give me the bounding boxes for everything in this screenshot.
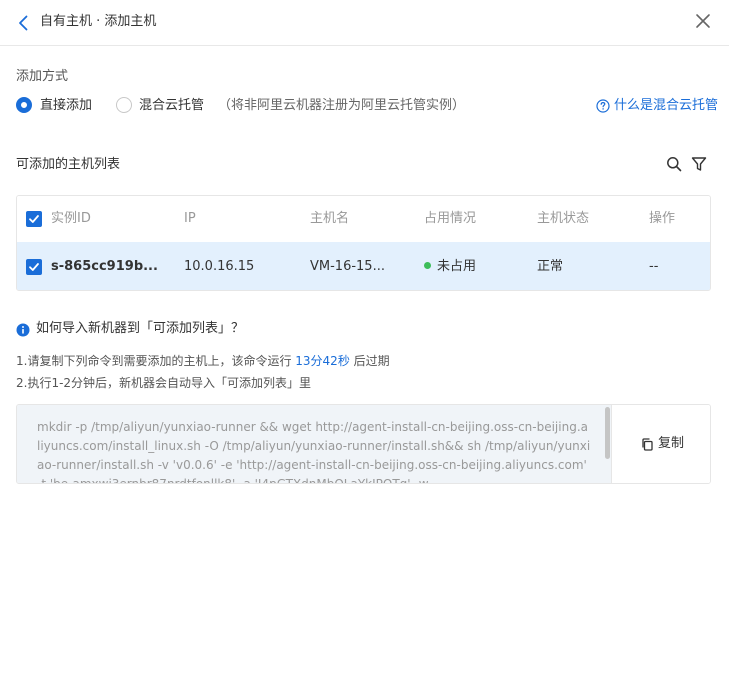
import-help-title: 如何导入新机器到「可添加列表」？: [36, 321, 245, 336]
cell-host-status: 正常: [537, 259, 564, 274]
copy-button[interactable]: 复制: [611, 405, 710, 483]
row-checkbox[interactable]: [26, 259, 42, 275]
add-method-radio-group: 直接添加 混合云托管 （将非阿里云机器注册为阿里云托管实例） 什么是混合云托管: [16, 96, 718, 116]
cell-action: --: [649, 259, 659, 274]
cell-hostname: VM-16-15...: [310, 259, 385, 274]
import-step-2: 2.执行1-2分钟后，新机器会自动导入「可添加列表」里: [16, 376, 312, 390]
column-ip: IP: [184, 211, 196, 226]
help-link-text[interactable]: 什么是混合云托管: [614, 96, 718, 116]
hybrid-cloud-hint: （将非阿里云机器注册为阿里云托管实例）: [218, 98, 466, 113]
step1-suffix: 后过期: [353, 354, 390, 368]
usage-text: 未占用: [437, 259, 477, 274]
step1-prefix: 1.请复制下列命令到需要添加的主机上，该命令运行: [16, 354, 292, 368]
column-action: 操作: [649, 211, 676, 226]
radio-hybrid-cloud[interactable]: [116, 97, 132, 113]
check-icon: [29, 215, 39, 223]
dialog-header: 自有主机 · 添加主机: [0, 0, 729, 46]
page-title: 自有主机 · 添加主机: [40, 14, 157, 29]
table-row[interactable]: s-865cc919b... 10.0.16.15 VM-16-15... 未占…: [17, 242, 710, 290]
status-dot-icon: [424, 262, 431, 269]
command-scrollbar[interactable]: [605, 407, 610, 459]
column-instance-id: 实例ID: [51, 211, 91, 226]
check-icon: [29, 263, 39, 271]
close-icon[interactable]: [692, 10, 714, 32]
select-all-checkbox[interactable]: [26, 211, 42, 227]
copy-button-label[interactable]: 复制: [658, 435, 684, 453]
cell-ip: 10.0.16.15: [184, 259, 255, 274]
column-hostname: 主机名: [310, 211, 350, 226]
host-list-title: 可添加的主机列表: [16, 157, 121, 172]
radio-direct-add[interactable]: [16, 97, 32, 113]
expiry-countdown: 13分42秒: [295, 354, 350, 368]
cell-instance-id: s-865cc919b...: [51, 259, 158, 274]
add-method-label: 添加方式: [16, 69, 69, 84]
radio-direct-add-label[interactable]: 直接添加: [40, 96, 92, 116]
chevron-left-icon[interactable]: [14, 13, 34, 33]
copy-icon: [642, 438, 653, 451]
question-circle-icon: [596, 99, 610, 113]
info-icon: [16, 323, 30, 337]
column-usage: 占用情况: [424, 211, 477, 226]
column-host-status: 主机状态: [537, 211, 590, 226]
table-header: 实例ID IP 主机名 占用情况 主机状态 操作: [17, 196, 710, 242]
filter-icon[interactable]: [691, 156, 707, 172]
install-command-box: mkdir -p /tmp/aliyun/yunxiao-runner && w…: [16, 404, 711, 484]
install-command-text[interactable]: mkdir -p /tmp/aliyun/yunxiao-runner && w…: [17, 405, 611, 483]
import-step-1: 1.请复制下列命令到需要添加的主机上，该命令运行 13分42秒 后过期: [16, 353, 390, 369]
host-table: 实例ID IP 主机名 占用情况 主机状态 操作 s-865cc919b... …: [16, 195, 711, 291]
radio-hybrid-cloud-label[interactable]: 混合云托管: [139, 96, 204, 116]
cell-usage: 未占用: [424, 258, 476, 276]
search-icon[interactable]: [666, 156, 682, 172]
